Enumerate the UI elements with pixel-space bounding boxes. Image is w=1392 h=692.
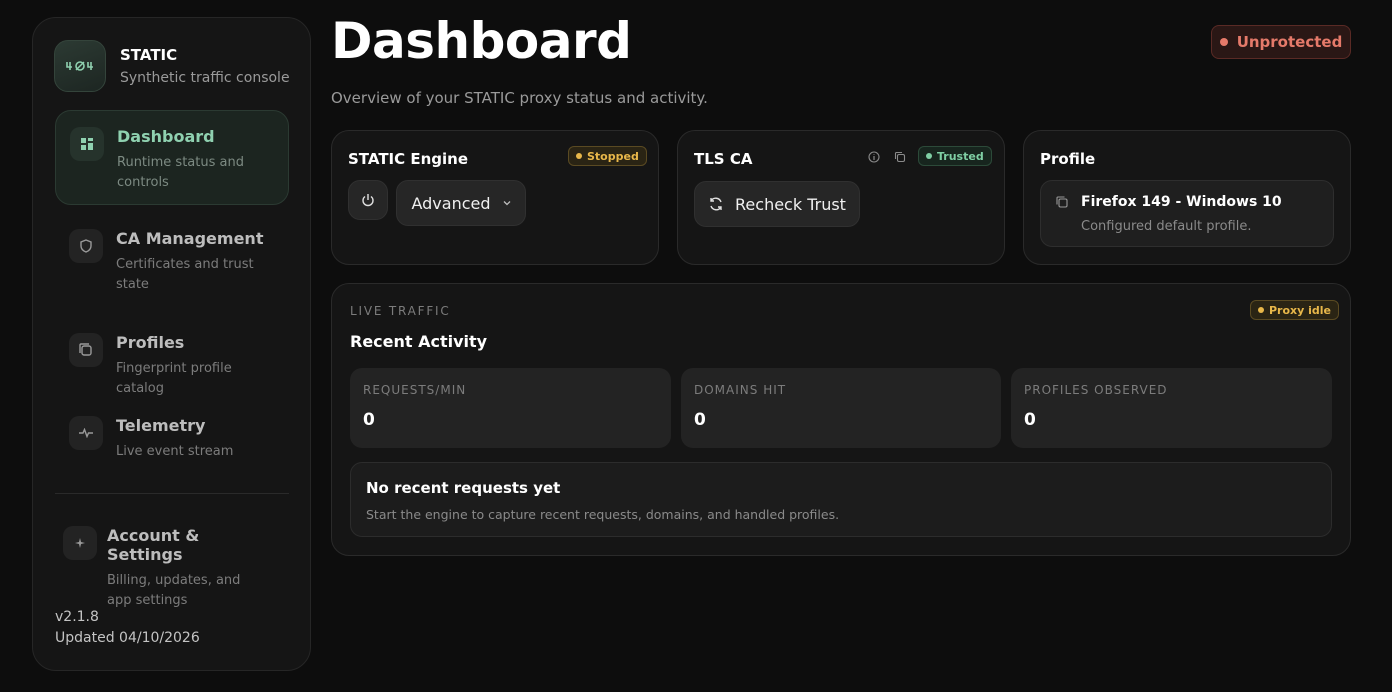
stat-profiles-observed: PROFILES OBSERVED 0 (1011, 368, 1332, 448)
pulse-icon (69, 416, 103, 450)
updated-date: Updated 04/10/2026 (55, 630, 200, 646)
page-subtitle: Overview of your STATIC proxy status and… (331, 89, 708, 107)
profile-selection[interactable]: Firefox 149 - Windows 10 Configured defa… (1040, 180, 1334, 247)
tls-ca-card: TLS CA Trusted Recheck Trust (677, 130, 1005, 265)
recheck-trust-button[interactable]: Recheck Trust (694, 181, 860, 227)
stat-label: DOMAINS HIT (694, 383, 787, 397)
sidebar-item-label: Telemetry (116, 416, 206, 435)
page-title: Dashboard (331, 12, 632, 70)
profile-icon (69, 333, 103, 367)
profile-name: Firefox 149 - Windows 10 (1081, 194, 1282, 210)
copy-icon[interactable] (893, 150, 907, 164)
brand-logo-icon (66, 61, 93, 71)
sidebar-item-sub: Billing, updates, and app settings (107, 573, 241, 608)
status-dot-icon (1258, 307, 1264, 313)
tls-ca-card-title: TLS CA (694, 150, 753, 168)
profile-card: Profile Firefox 149 - Windows 10 Configu… (1023, 130, 1351, 265)
profile-icon (1055, 195, 1069, 209)
stat-domains-hit: DOMAINS HIT 0 (681, 368, 1001, 448)
empty-state: No recent requests yet Start the engine … (350, 462, 1332, 537)
sidebar-item-sub: Runtime status and controls (117, 155, 244, 190)
sidebar-item-label: Dashboard (117, 127, 215, 146)
power-button[interactable] (348, 180, 388, 220)
sidebar-item-label: CA Management (116, 229, 264, 248)
mode-select[interactable]: Advanced (396, 180, 526, 226)
sidebar-item-sub: Live event stream (116, 444, 234, 459)
sidebar-item-account-settings[interactable]: Account & Settings Billing, updates, and… (55, 510, 289, 608)
engine-status-badge: Stopped (568, 146, 647, 166)
protection-status-badge[interactable]: Unprotected (1211, 25, 1351, 59)
sidebar-item-ca-management[interactable]: CA Management Certificates and trust sta… (55, 213, 289, 308)
power-icon (362, 194, 374, 207)
chevron-down-icon (503, 201, 510, 206)
proxy-status-badge: Proxy idle (1250, 300, 1340, 320)
live-traffic-eyebrow: LIVE TRAFFIC (350, 304, 451, 318)
recheck-trust-label: Recheck Trust (735, 194, 846, 214)
sidebar-item-label: Account & Settings (107, 526, 200, 564)
refresh-icon (710, 197, 722, 211)
stat-label: PROFILES OBSERVED (1024, 383, 1168, 397)
sidebar: STATIC Synthetic traffic console Dashboa… (32, 17, 311, 671)
brand-name: STATIC (120, 46, 178, 64)
brand-logo (54, 40, 106, 92)
version-number: v2.1.8 (55, 609, 99, 625)
status-dot-icon (926, 153, 932, 159)
version-info: v2.1.8 Updated 04/10/2026 (55, 607, 200, 649)
mode-select-value: Advanced (411, 193, 491, 213)
sidebar-divider (55, 493, 289, 494)
profile-card-title: Profile (1040, 150, 1096, 168)
tls-status-label: Trusted (937, 149, 984, 163)
profile-description: Configured default profile. (1081, 219, 1252, 234)
sidebar-item-sub: Fingerprint profile catalog (116, 361, 232, 396)
tls-status-badge: Trusted (918, 146, 992, 166)
sidebar-item-dashboard[interactable]: Dashboard Runtime status and controls (55, 110, 289, 205)
sidebar-item-label: Profiles (116, 333, 185, 352)
engine-card: STATIC Engine Stopped Advanced (331, 130, 659, 265)
stat-value: 0 (1024, 410, 1036, 430)
brand-subtitle: Synthetic traffic console (120, 70, 290, 86)
grid-icon (70, 127, 104, 161)
protection-status-label: Unprotected (1236, 33, 1343, 51)
sidebar-item-profiles[interactable]: Profiles Fingerprint profile catalog (55, 317, 289, 397)
empty-state-description: Start the engine to capture recent reque… (366, 507, 840, 522)
sidebar-item-telemetry[interactable]: Telemetry Live event stream (55, 400, 289, 480)
proxy-status-label: Proxy idle (1269, 303, 1332, 317)
status-dot-icon (1219, 38, 1228, 46)
status-dot-icon (576, 153, 582, 159)
sparkle-icon (63, 526, 97, 560)
engine-status-label: Stopped (587, 149, 639, 163)
live-traffic-card: LIVE TRAFFIC Recent Activity Proxy idle … (331, 283, 1351, 556)
empty-state-title: No recent requests yet (366, 479, 561, 497)
shield-icon (69, 229, 103, 263)
sidebar-item-sub: Certificates and trust state (116, 257, 254, 292)
recent-activity-title: Recent Activity (350, 332, 488, 351)
stat-requests-per-min: REQUESTS/MIN 0 (350, 368, 671, 448)
engine-card-title: STATIC Engine (348, 150, 469, 168)
app-root: STATIC Synthetic traffic console Dashboa… (0, 0, 1392, 692)
brand: STATIC Synthetic traffic console (54, 40, 290, 92)
stat-value: 0 (363, 410, 375, 430)
stat-value: 0 (694, 410, 706, 430)
stat-label: REQUESTS/MIN (363, 383, 467, 397)
info-icon[interactable] (867, 150, 881, 164)
